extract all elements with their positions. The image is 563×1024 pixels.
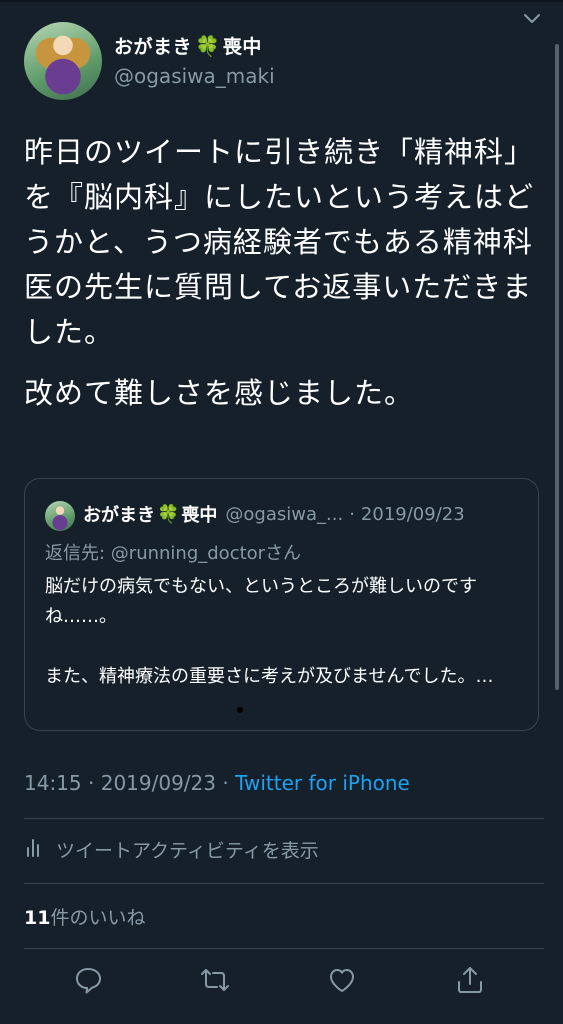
quote-paragraph: 脳だけの病気でもない、というところが難しいのですね……。 xyxy=(45,576,477,627)
heart-icon[interactable] xyxy=(326,964,358,996)
quote-clover-emoji: 🍀 xyxy=(157,503,180,525)
quote-name-suffix: 喪中 xyxy=(181,505,218,526)
reply-icon[interactable] xyxy=(72,964,104,996)
quote-separator: · xyxy=(349,503,355,525)
likes-label: 件のいいね xyxy=(50,907,146,929)
quote-body: 脳だけの病気でもない、というところが難しいのですね……。 また、精神療法の重要さ… xyxy=(45,572,520,722)
quote-display-name: おがまき xyxy=(83,505,155,526)
chevron-down-icon[interactable] xyxy=(521,10,543,28)
quote-indicator-dot xyxy=(237,707,243,713)
tweet-activity-label: ツイートアクティビティを表示 xyxy=(56,840,319,862)
quoted-tweet[interactable]: おがまき 🍀 喪中 @ogasiwa_... · 2019/09/23 返信先:… xyxy=(24,478,539,731)
bar-chart-icon xyxy=(24,836,46,863)
quote-header: おがまき 🍀 喪中 @ogasiwa_... · 2019/09/23 xyxy=(83,501,465,527)
tweet-text: 昨日のツイートに引き続き「精神科」を『脳内科』にしたいという考えはどうかと、うつ… xyxy=(24,130,544,432)
share-icon[interactable] xyxy=(454,964,486,996)
tweet-paragraph: 改めて難しさを感じました。 xyxy=(24,376,415,410)
tweet-date: 2019/09/23 xyxy=(100,771,216,795)
reply-mention: @running_doctor xyxy=(110,543,266,564)
reply-suffix: さん xyxy=(265,543,302,564)
avatar[interactable] xyxy=(24,22,102,100)
tweet-source-link[interactable]: Twitter for iPhone xyxy=(235,771,410,795)
quote-reply-to: 返信先: @running_doctorさん xyxy=(45,539,301,565)
tweet-action-bar xyxy=(0,958,563,1008)
top-edge xyxy=(0,0,563,2)
meta-separator: · xyxy=(216,771,236,795)
quote-avatar xyxy=(45,501,75,531)
author-handle[interactable]: @ogasiwa_maki xyxy=(114,64,275,88)
author-name-suffix: 喪中 xyxy=(222,36,262,58)
divider xyxy=(24,948,544,949)
quote-date: 2019/09/23 xyxy=(360,503,465,525)
meta-separator: · xyxy=(81,771,101,795)
tweet-time: 14:15 xyxy=(24,771,82,795)
retweet-icon[interactable] xyxy=(199,964,231,996)
reply-prefix: 返信先: xyxy=(45,543,111,564)
divider xyxy=(24,818,544,819)
author-name-row[interactable]: おがまき 🍀 喪中 xyxy=(114,32,262,59)
likes-count: 11 xyxy=(24,907,51,929)
tweet-author: おがまき 🍀 喪中 @ogasiwa_maki xyxy=(24,22,524,100)
likes-count-link[interactable]: 11件のいいね xyxy=(24,903,145,930)
tweet-meta: 14:15 · 2019/09/23 · Twitter for iPhone xyxy=(24,771,410,795)
clover-emoji: 🍀 xyxy=(195,33,220,58)
quote-handle: @ogasiwa_... xyxy=(225,503,344,525)
divider xyxy=(24,883,544,884)
tweet-activity-link[interactable]: ツイートアクティビティを表示 xyxy=(24,836,319,863)
scrollbar[interactable] xyxy=(555,44,559,690)
quote-paragraph: また、精神療法の重要さに考えが及びませんでした。… xyxy=(45,666,494,687)
tweet-paragraph: 昨日のツイートに引き続き「精神科」を『脳内科』にしたいという考えはどうかと、うつ… xyxy=(24,135,535,349)
author-display-name: おがまき xyxy=(114,36,193,58)
